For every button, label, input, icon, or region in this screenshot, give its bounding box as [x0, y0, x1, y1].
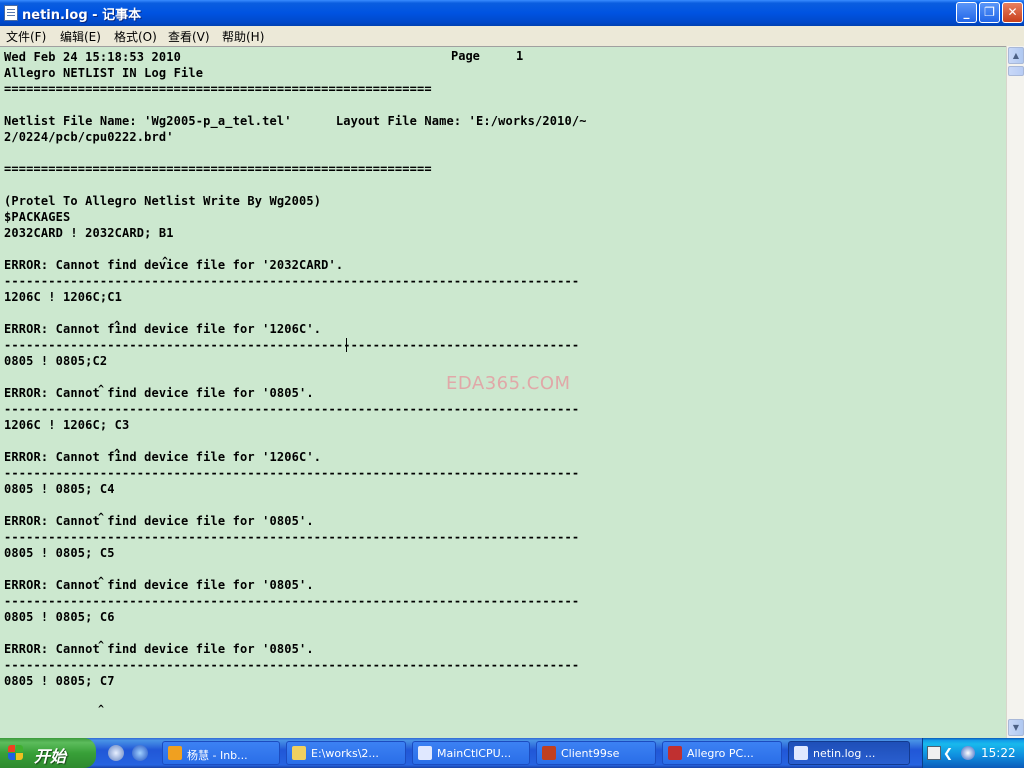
start-label: 开始 [34, 747, 67, 766]
log-line: ERROR: Cannot find device file for '0805… [4, 642, 314, 656]
taskbar-button[interactable]: Allegro PC... [662, 741, 782, 765]
log-line: 2/0224/pcb/cpu0222.brd' [4, 130, 174, 144]
quicklaunch-ie-icon[interactable] [132, 745, 148, 761]
taskbar-button-label: netin.log ... [813, 747, 876, 760]
taskbar-button[interactable]: 杨慧 - Inb... [162, 741, 280, 765]
error-pointer: ^ [114, 320, 121, 331]
taskbar-button-label: MainCtlCPU... [437, 747, 512, 760]
windows-logo-icon [8, 745, 24, 761]
text-cursor [346, 338, 347, 352]
log-line: 0805 ! 0805; C4 [4, 482, 115, 496]
log-line: 0805 ! 0805; C7 [4, 674, 115, 688]
log-line: 2032CARD ! 2032CARD; B1 [4, 226, 174, 240]
log-line: ERROR: Cannot find device file for '0805… [4, 514, 314, 528]
log-line: Netlist File Name: 'Wg2005-p_a_tel.tel' … [4, 114, 587, 128]
taskbar-button-label: 杨慧 - Inb... [187, 749, 248, 762]
taskbar-button[interactable]: MainCtlCPU... [412, 741, 530, 765]
log-line: ----------------------------------------… [4, 466, 580, 480]
log-line: ERROR: Cannot find device file for '1206… [4, 450, 322, 464]
log-line: ERROR: Cannot find device file for '1206… [4, 322, 322, 336]
text-editor[interactable]: Wed Feb 24 15:18:53 2010 Page 1 Allegro … [0, 46, 1006, 738]
log-line: $PACKAGES [4, 210, 71, 224]
log-line: ERROR: Cannot find device file for '2032… [4, 258, 344, 272]
minimize-button[interactable]: _ [956, 2, 977, 23]
app-icon [668, 746, 682, 760]
network-icon[interactable] [961, 746, 975, 760]
quicklaunch-desktop-icon[interactable] [108, 745, 124, 761]
menu-file[interactable]: 文件(F) [6, 28, 46, 45]
taskbar-button-label: E:\works\2... [311, 747, 379, 760]
taskbar-button[interactable]: Client99se [536, 741, 656, 765]
log-line: ----------------------------------------… [4, 594, 580, 608]
log-line: ----------------------------------------… [4, 338, 580, 352]
log-line: ERROR: Cannot find device file for '0805… [4, 386, 314, 400]
error-pointer: ^ [98, 576, 105, 587]
close-button[interactable]: ✕ [1002, 2, 1023, 23]
menu-edit[interactable]: 编辑(E) [60, 28, 101, 45]
error-pointer: ^ [98, 704, 105, 715]
error-pointer: ^ [98, 512, 105, 523]
app-icon [292, 746, 306, 760]
chevron-left-icon[interactable]: ❮ [943, 746, 957, 760]
scroll-up-icon[interactable]: ▲ [1008, 47, 1024, 64]
log-line: ========================================… [4, 82, 432, 96]
keyboard-icon[interactable] [927, 746, 941, 760]
menu-help[interactable]: 帮助(H) [222, 28, 264, 45]
notepad-icon [4, 5, 18, 21]
error-pointer: ^ [98, 640, 105, 651]
header-date: Wed Feb 24 15:18:53 2010 [4, 50, 181, 64]
error-pointer: ^ [114, 448, 121, 459]
log-line: 0805 ! 0805; C6 [4, 610, 115, 624]
menu-bar: 文件(F) 编辑(E) 格式(O) 查看(V) 帮助(H) [0, 26, 1024, 46]
log-line: (Protel To Allegro Netlist Write By Wg20… [4, 194, 322, 208]
taskbar-button[interactable]: netin.log ... [788, 741, 910, 765]
taskbar-button-label: Allegro PC... [687, 747, 754, 760]
start-button[interactable]: 开始 [0, 738, 96, 768]
scroll-thumb[interactable] [1008, 66, 1024, 76]
log-line: ----------------------------------------… [4, 402, 580, 416]
error-pointer: ^ [98, 384, 105, 395]
log-line: 0805 ! 0805; C5 [4, 546, 115, 560]
app-icon [418, 746, 432, 760]
log-line: 0805 ! 0805;C2 [4, 354, 108, 368]
window-title: netin.log - 记事本 [22, 8, 142, 23]
page-label: Page 1 [451, 49, 524, 63]
log-line: ----------------------------------------… [4, 658, 580, 672]
error-pointer: ^ [162, 256, 169, 267]
maximize-button[interactable]: ❐ [979, 2, 1000, 23]
log-line: 1206C ! 1206C; C3 [4, 418, 130, 432]
log-line: ========================================… [4, 162, 432, 176]
menu-format[interactable]: 格式(O) [114, 28, 157, 45]
log-line: 1206C ! 1206C;C1 [4, 290, 122, 304]
log-line: Allegro NETLIST IN Log File [4, 66, 204, 80]
app-icon [168, 746, 182, 760]
app-icon [794, 746, 808, 760]
watermark: EDA365.COM [446, 373, 571, 394]
log-line: ERROR: Cannot find device file for '0805… [4, 578, 314, 592]
scroll-down-icon[interactable]: ▼ [1008, 719, 1024, 736]
taskbar-button[interactable]: E:\works\2... [286, 741, 406, 765]
menu-view[interactable]: 查看(V) [168, 28, 210, 45]
app-icon [542, 746, 556, 760]
log-line: ----------------------------------------… [4, 530, 580, 544]
taskbar-button-label: Client99se [561, 747, 620, 760]
taskbar-clock: 15:22 [981, 746, 1016, 760]
log-line: ----------------------------------------… [4, 274, 580, 288]
vertical-scrollbar[interactable]: ▲ ▼ [1006, 46, 1024, 738]
title-bar[interactable]: netin.log - 记事本 _ ❐ ✕ [0, 0, 1024, 26]
